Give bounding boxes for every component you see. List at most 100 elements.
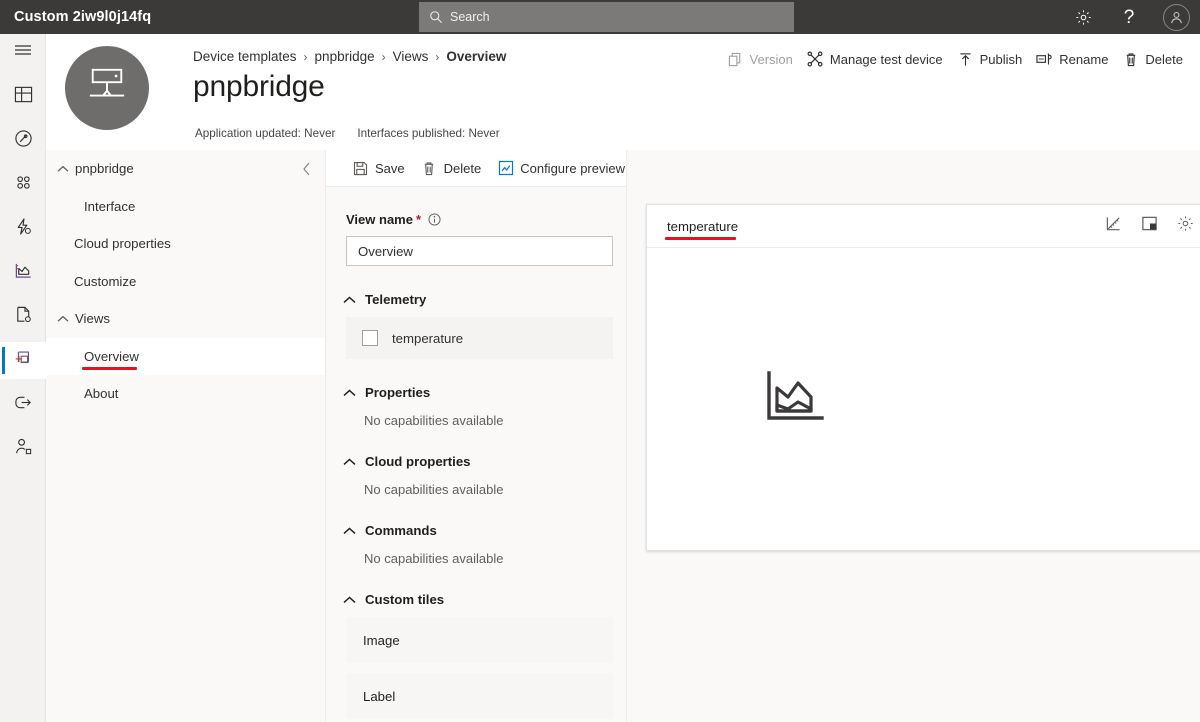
meta-application-updated: Application updated: Never — [195, 127, 336, 140]
configure-preview-device-label: Configure preview device — [520, 160, 626, 176]
tree-item-cloud-properties[interactable]: Cloud properties — [46, 225, 325, 263]
collapse-panel-button[interactable] — [297, 160, 315, 178]
settings-button[interactable] — [1060, 0, 1106, 34]
export-arrow-icon — [14, 393, 33, 417]
tree-item-customize[interactable]: Customize — [46, 263, 325, 301]
line-chart-ruler-icon — [1105, 215, 1122, 237]
four-dots-icon — [14, 173, 33, 197]
meta-interfaces-published: Interfaces published: Never — [357, 127, 500, 140]
breadcrumb-item-views[interactable]: Views — [393, 49, 429, 64]
section-header-cloud-properties[interactable]: Cloud properties — [343, 454, 626, 469]
search-placeholder: Search — [450, 10, 490, 24]
manage-test-device-button[interactable]: Manage test device — [800, 46, 950, 72]
view-toolbar: Save Delete Configure preview device — [326, 150, 626, 187]
sidebar-item-devices[interactable] — [0, 122, 46, 159]
up-arrow-icon — [957, 52, 974, 67]
sidebar-item-device-templates[interactable] — [0, 342, 46, 379]
version-button[interactable]: Version — [720, 46, 800, 72]
capability-checkbox[interactable] — [362, 330, 378, 346]
sidebar-item-analytics[interactable] — [0, 254, 46, 291]
breadcrumb-separator: › — [381, 49, 386, 64]
breadcrumb-item-overview: Overview — [446, 49, 507, 64]
trash-icon — [1122, 52, 1139, 67]
tile-settings-button[interactable] — [1167, 210, 1200, 242]
breadcrumb-separator: › — [303, 49, 308, 64]
square-quadrant-icon — [1141, 215, 1158, 237]
breadcrumb-item-pnpbridge[interactable]: pnpbridge — [315, 49, 375, 64]
section-title: Commands — [365, 523, 437, 538]
dashboard-tile-temperature[interactable]: temperature — [646, 204, 1200, 551]
save-floppy-icon — [352, 161, 369, 176]
chevron-up-icon — [343, 526, 365, 535]
gateway-device-icon — [84, 66, 130, 111]
publish-button[interactable]: Publish — [950, 46, 1030, 72]
section-header-properties[interactable]: Properties — [343, 385, 626, 400]
tree-item-label: About — [84, 386, 119, 402]
section-header-telemetry[interactable]: Telemetry — [343, 292, 626, 307]
sidebar-item-jobs[interactable] — [0, 298, 46, 335]
breadcrumb-separator: › — [435, 49, 440, 64]
tree-item-about[interactable]: About — [46, 375, 325, 413]
sidebar-item-hamburger-menu[interactable] — [0, 34, 46, 71]
sidebar-item-dashboard[interactable] — [0, 78, 46, 115]
template-meta: Application updated: Never Interfaces pu… — [195, 127, 500, 140]
version-label: Version — [749, 51, 793, 67]
app-title: Custom 2iw9l0j14fq — [14, 9, 152, 25]
page-header: Device templates › pnpbridge › Views › O… — [46, 34, 1200, 150]
section-header-commands[interactable]: Commands — [343, 523, 626, 538]
sidebar-item-device-groups[interactable] — [0, 166, 46, 203]
resize-tile-button[interactable] — [1131, 210, 1167, 242]
tree-item-overview[interactable]: Overview — [46, 337, 325, 375]
sidebar-item-administration[interactable] — [0, 430, 46, 467]
tree-item-text: Overview — [84, 348, 139, 364]
tile-header: temperature — [647, 205, 1200, 248]
save-label: Save — [375, 160, 405, 176]
sidebar-item-data-export[interactable] — [0, 386, 46, 423]
chevron-up-icon — [343, 295, 365, 304]
view-editor-panel: Save Delete Configure preview device Vie… — [326, 150, 627, 722]
tile-actions — [1095, 210, 1200, 242]
chart-type-button[interactable] — [1095, 210, 1131, 242]
tree-item-views[interactable]: Views — [46, 300, 325, 338]
gear-icon — [1177, 215, 1194, 237]
configure-preview-device-button[interactable]: Configure preview device — [489, 155, 626, 181]
tree-item-pnpbridge[interactable]: pnpbridge — [46, 150, 325, 188]
publish-label: Publish — [979, 51, 1023, 67]
tree-item-label: Overview — [82, 348, 139, 370]
copy-version-icon — [727, 52, 744, 67]
custom-tile-image[interactable]: Image — [346, 617, 613, 663]
document-gear-icon — [14, 305, 33, 329]
help-button[interactable]: ? — [1106, 0, 1152, 34]
custom-tile-label: Image — [363, 632, 400, 648]
question-mark-icon: ? — [1123, 6, 1135, 28]
delete-view-button[interactable]: Delete — [413, 155, 490, 181]
search-icon — [429, 10, 443, 24]
breadcrumb: Device templates › pnpbridge › Views › O… — [193, 49, 506, 64]
view-name-input[interactable] — [346, 236, 613, 266]
rename-label: Rename — [1059, 51, 1109, 67]
capability-row-temperature[interactable]: temperature — [346, 317, 613, 359]
section-header-custom-tiles[interactable]: Custom tiles — [343, 592, 626, 607]
account-button[interactable] — [1152, 0, 1200, 34]
trash-icon — [421, 161, 438, 176]
chevron-up-icon — [343, 457, 365, 466]
search-input[interactable]: Search — [419, 2, 794, 32]
breadcrumb-item-device-templates[interactable]: Device templates — [193, 49, 297, 64]
chart-box-icon — [497, 160, 514, 176]
empty-note-commands: No capabilities available — [364, 551, 504, 566]
chevron-up-icon[interactable] — [57, 165, 75, 173]
tree-item-interface[interactable]: Interface — [46, 188, 325, 226]
sidebar-item-rules[interactable] — [0, 210, 46, 247]
left-nav-rail — [0, 34, 46, 722]
chevron-up-icon[interactable] — [57, 315, 75, 323]
rename-button[interactable]: Rename — [1029, 46, 1115, 72]
device-template-thumbnail — [65, 46, 149, 130]
save-button[interactable]: Save — [344, 155, 413, 181]
area-chart-icon — [14, 261, 33, 285]
view-canvas: temperature — [627, 150, 1200, 722]
info-circle-icon[interactable] — [428, 213, 441, 226]
delete-template-button[interactable]: Delete — [1115, 46, 1190, 72]
annotation-underline — [665, 236, 737, 240]
custom-tile-label[interactable]: Label — [346, 673, 613, 719]
topbar-actions: ? — [1060, 0, 1200, 34]
